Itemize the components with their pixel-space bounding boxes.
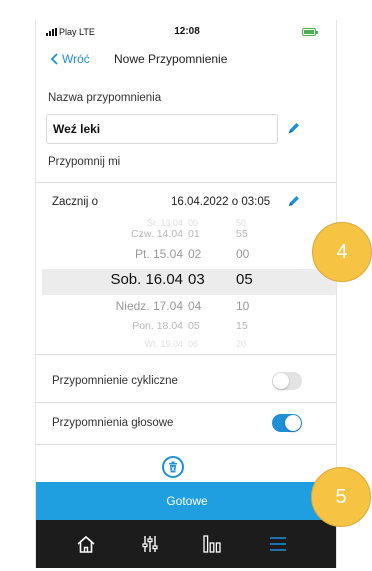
date-time-picker[interactable]: Śr. 13.04 00 50 Czw. 14.04 01 55 Pt. 15.04 02 0… [36,216,336,349]
picker-minute: 10 [236,299,250,313]
divider [36,354,336,355]
picker-row[interactable]: Czw. 14.04 01 55 [36,228,336,243]
home-icon[interactable] [75,533,97,555]
divider [36,182,336,183]
status-bar: Play LTE 12:08 [36,20,336,50]
picker-minute: 00 [236,247,250,261]
picker-hour: 01 [188,228,200,240]
picker-hour: 02 [188,247,202,261]
phone-screen: Play LTE 12:08 Wróć Nowe Przypomnienie N… [35,20,337,568]
bar-chart-icon[interactable] [201,533,223,555]
picker-hour: 05 [188,320,200,332]
picker-day: Sob. 16.04 [110,271,183,288]
picker-row[interactable]: Pt. 15.04 02 00 [36,247,336,263]
back-button[interactable]: Wróć [50,52,90,66]
done-button[interactable]: Gotowe [36,482,336,520]
chevron-left-icon [50,53,58,65]
picker-minute: 05 [236,271,253,288]
picker-day: Czw. 14.04 [131,228,183,240]
menu-icon[interactable] [267,533,289,555]
divider [36,444,336,445]
picker-day: Pon. 18.04 [132,320,183,332]
picker-day: Pt. 15.04 [134,247,183,261]
clock: 12:08 [174,26,200,37]
start-label: Zacznij o [52,196,99,208]
step-badge-5: 5 [311,467,371,527]
navigation-bar: Wróć Nowe Przypomnienie [36,48,336,74]
picker-row[interactable]: Pon. 18.04 05 15 [36,320,336,335]
picker-hour: 03 [188,271,205,288]
picker-minute: 15 [236,320,248,332]
battery-icon [302,28,318,36]
voice-reminder-label: Przypomnienia głosowe [52,417,174,429]
reminder-name-input[interactable] [46,114,278,144]
edit-start-pencil-icon[interactable] [287,194,301,208]
picker-minute: 55 [236,228,248,240]
delete-button[interactable] [162,456,184,478]
tab-bar [36,520,336,568]
remind-me-label: Przypomnij mi [48,156,121,168]
voice-reminder-toggle[interactable] [272,414,302,432]
sliders-icon[interactable] [139,533,161,555]
edit-name-pencil-icon[interactable] [287,121,301,135]
step-badge-4: 4 [312,222,372,282]
picker-row[interactable]: Niedz. 17.04 04 10 [36,299,336,315]
picker-hour: 04 [188,299,202,313]
picker-day: Niedz. 17.04 [115,299,183,313]
start-value: 16.04.2022 o 03:05 [171,196,271,208]
reminder-name-label: Nazwa przypomnienia [48,92,162,104]
page-title: Nowe Przypomnienie [114,52,228,66]
trash-icon [169,461,177,473]
picker-row-selected[interactable]: Sob. 16.04 03 05 [36,271,336,290]
divider [36,402,336,403]
cyclic-reminder-label: Przypomnienie cykliczne [52,375,178,387]
back-label: Wróć [62,52,90,66]
cyclic-reminder-toggle[interactable] [272,372,302,390]
